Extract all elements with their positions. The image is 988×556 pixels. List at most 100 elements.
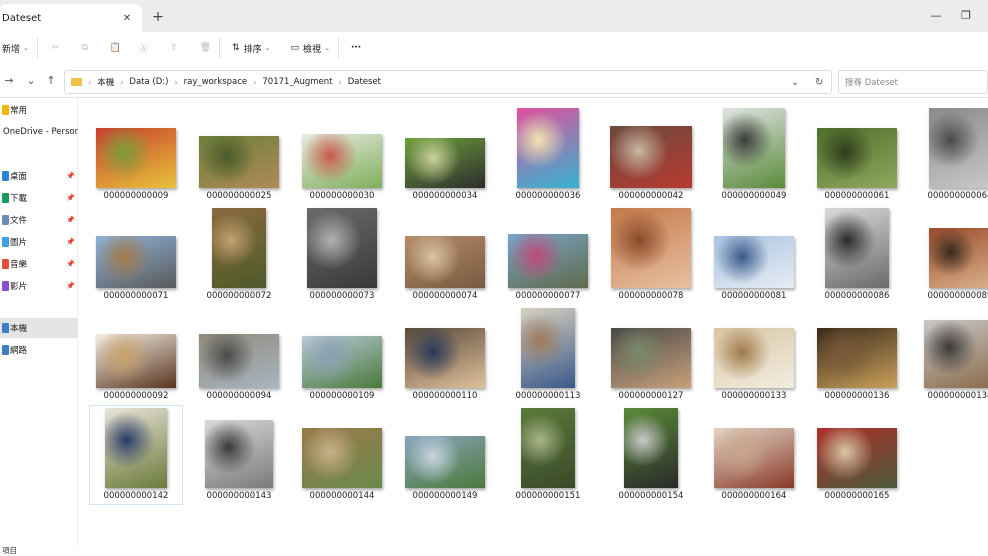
file-item[interactable]: 000000000110 — [399, 306, 491, 404]
pin-icon[interactable]: 📌 — [66, 260, 75, 268]
file-item[interactable]: 000000000049 — [708, 106, 800, 204]
file-item[interactable]: 000000000042 — [605, 106, 697, 204]
recent-locations-icon[interactable]: ⌄ — [24, 74, 38, 87]
breadcrumb-augment[interactable]: 70171_Augment — [262, 77, 332, 87]
file-item[interactable]: 000000000144 — [296, 406, 388, 504]
file-item[interactable]: 000000000133 — [708, 306, 800, 404]
breadcrumb-drive[interactable]: Data (D:) — [129, 77, 168, 87]
file-item[interactable]: 000000000136 — [811, 306, 903, 404]
file-name: 000000000165 — [824, 491, 890, 501]
copy-button[interactable]: ⧉ — [81, 36, 87, 60]
file-item[interactable]: 000000000127 — [605, 306, 697, 404]
image-thumbnail — [521, 408, 575, 488]
file-name: 000000000092 — [103, 391, 169, 401]
sort-button[interactable]: ⇅ 排序 ⌄ — [232, 36, 270, 60]
sidebar-item-8[interactable]: 本機 — [0, 318, 78, 338]
file-item[interactable]: 000000000073 — [296, 206, 388, 304]
crumb-separator: › — [338, 77, 342, 87]
forward-icon[interactable]: → — [2, 74, 16, 87]
file-item[interactable]: 000000000164 — [708, 406, 800, 504]
sidebar-item-5[interactable]: 圖片 📌 — [0, 232, 78, 252]
file-item[interactable]: 000000000064 — [914, 106, 988, 204]
rename-button[interactable]: Ⓐ — [139, 36, 148, 60]
file-item[interactable]: 000000000072 — [193, 206, 285, 304]
chevron-down-icon: ⌄ — [324, 44, 330, 52]
up-icon[interactable]: ↑ — [44, 74, 58, 87]
file-item[interactable]: 000000000149 — [399, 406, 491, 504]
file-item[interactable]: 000000000071 — [90, 206, 182, 304]
file-item[interactable]: 000000000030 — [296, 106, 388, 204]
tab-dateset[interactable]: Dateset ✕ — [0, 4, 142, 32]
thumbnail-frame — [193, 106, 285, 188]
file-item[interactable]: 000000000086 — [811, 206, 903, 304]
minimize-icon[interactable]: — — [928, 8, 944, 24]
file-item[interactable]: 000000000025 — [193, 106, 285, 204]
close-tab-icon[interactable]: ✕ — [118, 9, 136, 27]
file-item[interactable]: 000000000081 — [708, 206, 800, 304]
paste-button[interactable]: 📋 — [110, 36, 121, 60]
maximize-icon[interactable]: ❐ — [958, 8, 974, 24]
file-item[interactable]: 000000000089 — [914, 206, 988, 304]
file-name: 000000000077 — [515, 291, 581, 301]
address-bar[interactable]: › 本機 › Data (D:) › ray_workspace › 70171… — [64, 70, 832, 94]
file-item[interactable]: 000000000078 — [605, 206, 697, 304]
image-thumbnail — [817, 428, 897, 488]
pin-icon[interactable]: 📌 — [66, 172, 75, 180]
file-name: 000000000036 — [515, 191, 581, 201]
image-thumbnail — [302, 428, 382, 488]
thumbnail-frame — [193, 406, 285, 488]
sidebar-item-3[interactable]: 下載 📌 — [0, 188, 78, 208]
toolbar-divider — [337, 38, 339, 58]
file-item[interactable]: 000000000074 — [399, 206, 491, 304]
file-item[interactable]: 000000000036 — [502, 106, 594, 204]
pin-icon[interactable]: 📌 — [66, 216, 75, 224]
sidebar-item-label: 圖片 — [10, 238, 28, 248]
breadcrumb-dateset[interactable]: Dateset — [348, 77, 381, 87]
file-name: 000000000042 — [618, 191, 684, 201]
sidebar-item-4[interactable]: 文件 📌 — [0, 210, 78, 230]
file-name: 000000000089 — [927, 291, 988, 301]
file-item[interactable]: 000000000138 — [914, 306, 988, 404]
sidebar-item-label: 音樂 — [10, 260, 28, 270]
file-item[interactable]: 000000000154 — [605, 406, 697, 504]
sidebar-item-0[interactable]: 常用 — [0, 100, 78, 120]
file-item[interactable]: 000000000092 — [90, 306, 182, 404]
file-item[interactable]: 000000000113 — [502, 306, 594, 404]
more-options-button[interactable]: ··· — [351, 36, 361, 60]
paste-icon: 📋 — [109, 43, 122, 53]
pin-icon[interactable]: 📌 — [66, 238, 75, 246]
thumbnail-frame — [605, 306, 697, 388]
share-button[interactable]: ⇪ — [170, 36, 178, 60]
sidebar-item-6[interactable]: 音樂 📌 — [0, 254, 78, 274]
file-item[interactable]: 000000000151 — [502, 406, 594, 504]
sidebar-item-1[interactable]: OneDrive - Person — [0, 122, 78, 142]
cut-button[interactable]: ✂ — [52, 36, 60, 60]
file-item[interactable]: 000000000077 — [502, 206, 594, 304]
refresh-icon[interactable]: ↻ — [815, 77, 823, 88]
address-dropdown-icon[interactable]: ⌄ — [791, 77, 799, 88]
thumbnail-frame — [90, 206, 182, 288]
file-item[interactable]: 000000000142 — [89, 405, 183, 505]
image-thumbnail — [611, 208, 691, 288]
sidebar-item-7[interactable]: 影片 📌 — [0, 276, 78, 296]
file-item[interactable]: 000000000061 — [811, 106, 903, 204]
breadcrumb-workspace[interactable]: ray_workspace — [184, 77, 248, 87]
pin-icon[interactable]: 📌 — [66, 194, 75, 202]
file-item[interactable]: 000000000094 — [193, 306, 285, 404]
sort-icon: ⇅ — [232, 43, 240, 53]
file-item[interactable]: 000000000034 — [399, 106, 491, 204]
pin-icon[interactable]: 📌 — [66, 282, 75, 290]
file-item[interactable]: 000000000109 — [296, 306, 388, 404]
new-button[interactable]: 新增 ⌄ — [2, 36, 29, 60]
delete-button[interactable]: 🗑 — [200, 36, 211, 60]
file-name: 000000000110 — [412, 391, 478, 401]
sidebar-item-2[interactable]: 桌面 📌 — [0, 166, 78, 186]
file-item[interactable]: 000000000143 — [193, 406, 285, 504]
new-tab-icon[interactable]: + — [150, 9, 166, 25]
view-button[interactable]: ▭ 檢視 ⌄ — [291, 36, 330, 60]
search-input[interactable]: 搜尋 Dateset — [838, 70, 988, 94]
breadcrumb-this-pc[interactable]: 本機 — [97, 76, 114, 88]
sidebar-item-9[interactable]: 網路 — [0, 340, 78, 360]
file-item[interactable]: 000000000009 — [90, 106, 182, 204]
file-item[interactable]: 000000000165 — [811, 406, 903, 504]
